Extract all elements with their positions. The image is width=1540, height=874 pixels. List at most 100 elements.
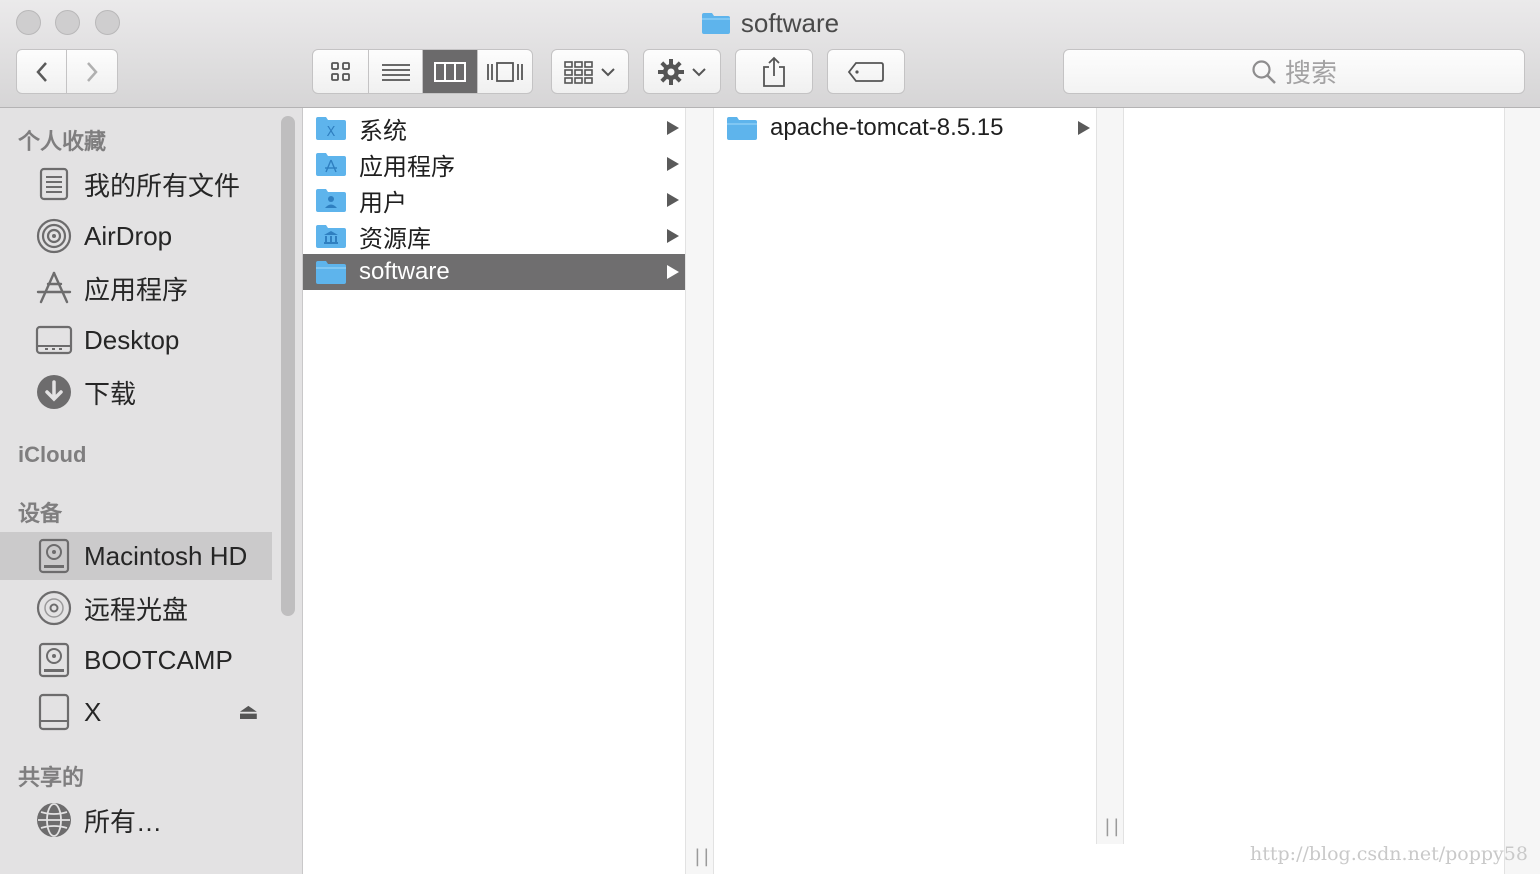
arrange-grid-icon [564,60,593,84]
column-view-button[interactable] [423,50,478,93]
sidebar-item-label: 所有… [84,806,163,837]
sidebar-item-label: 下载 [84,378,137,409]
disclosure-arrow-icon [667,265,679,279]
list-item-label: software [359,258,450,285]
search-icon [1252,59,1276,84]
icon-view-button[interactable] [313,50,370,93]
network-globe-icon [35,801,73,839]
list-item-label: 应用程序 [359,153,455,181]
sidebar-item-desktop[interactable]: Desktop [0,316,272,364]
remote-disc-icon [35,589,73,627]
sidebar-item-bootcamp[interactable]: BOOTCAMP [0,636,272,684]
list-item-system[interactable]: X 系统 [303,110,685,146]
browser-column-2: apache-tomcat-8.5.15 [714,108,1096,874]
desktop-icon [35,321,73,359]
search-placeholder: 搜索 [1284,58,1337,88]
browser-column-1: X 系统 应用程序 用户 资源库 software [303,108,685,874]
column-divider[interactable]: || [1096,108,1124,844]
sidebar-section-icloud: iCloud [18,442,87,467]
sidebar-scrollbar[interactable] [281,116,295,616]
sidebar-section-devices: 设备 [18,501,63,526]
chevron-down-icon [601,67,615,76]
back-button[interactable] [17,50,68,93]
applications-folder-icon [316,153,346,176]
columns-icon [433,61,466,82]
search-field[interactable]: 搜索 [1063,49,1525,94]
list-item-label: 系统 [359,117,407,145]
sidebar-section-shared: 共享的 [18,765,85,790]
users-folder-icon [316,189,346,212]
sidebar-item-airdrop[interactable]: AirDrop [0,212,272,260]
column-filler [1504,108,1540,874]
forward-button[interactable] [67,50,117,93]
disclosure-arrow-icon [667,157,679,171]
tag-button[interactable] [827,49,905,94]
list-item-label: 用户 [359,189,407,217]
list-item-applications[interactable]: 应用程序 [303,146,685,182]
svg-text:X: X [327,125,336,140]
window-title: software [0,6,1540,40]
list-item-label: 资源库 [359,225,431,253]
sidebar-item-remote-disc[interactable]: 远程光盘 [0,584,272,632]
list-item-users[interactable]: 用户 [303,182,685,218]
sidebar-item-label: X [84,696,102,727]
sidebar-section-favorites: 个人收藏 [18,129,107,154]
all-files-icon [35,165,73,203]
hard-drive-icon [35,641,73,679]
disclosure-arrow-icon [667,229,679,243]
sidebar: 个人收藏 我的所有文件 AirDrop 应用程序 Desktop 下载 iClo… [0,108,303,874]
column-divider[interactable]: || [685,108,714,874]
list-item-apache-tomcat[interactable]: apache-tomcat-8.5.15 [714,110,1096,146]
folder-icon [727,117,757,140]
share-icon [763,56,785,87]
sidebar-item-all-my-files[interactable]: 我的所有文件 [0,160,272,208]
list-view-button[interactable] [369,50,423,93]
airdrop-icon [35,217,73,255]
column-resize-handle[interactable]: || [692,846,712,867]
sidebar-item-macintosh-hd[interactable]: Macintosh HD [0,532,272,580]
chevron-down-icon [692,67,706,76]
folder-icon [701,13,730,34]
sidebar-item-applications[interactable]: 应用程序 [0,264,272,312]
grid-icon [330,61,350,81]
tag-icon [847,61,884,82]
sidebar-item-all-shared[interactable]: 所有… [0,796,272,844]
sidebar-item-label: Desktop [84,324,180,355]
sidebar-item-downloads[interactable]: 下载 [0,368,272,416]
view-mode-control [312,49,533,94]
list-item-software[interactable]: software [303,254,685,290]
action-button[interactable] [643,49,721,94]
cover-flow-button[interactable] [478,50,533,93]
library-folder-icon [316,225,346,248]
list-item-library[interactable]: 资源库 [303,218,685,254]
disclosure-arrow-icon [1078,121,1090,135]
sidebar-item-label: 应用程序 [84,274,189,305]
sidebar-item-label: 我的所有文件 [84,170,241,201]
sidebar-item-x[interactable]: X ⏏ [0,688,272,736]
chevron-left-icon [35,61,47,82]
browser-column-3 [1124,108,1504,844]
sidebar-item-label: 远程光盘 [84,594,189,625]
disclosure-arrow-icon [667,193,679,207]
list-icon [381,63,410,81]
external-drive-icon [35,693,73,731]
share-button[interactable] [735,49,813,94]
list-item-label: apache-tomcat-8.5.15 [770,114,1004,141]
sidebar-item-label: BOOTCAMP [84,644,233,675]
gear-icon [658,58,684,85]
cover-flow-icon [486,61,523,82]
disclosure-arrow-icon [667,121,679,135]
eject-icon[interactable]: ⏏ [238,699,259,725]
folder-icon [316,261,346,284]
applications-icon [35,269,73,307]
nav-buttons [16,49,118,94]
hard-drive-icon [35,537,73,575]
toolbar: software 搜索 [0,0,1540,108]
chevron-right-icon [87,61,98,82]
sidebar-item-label: Macintosh HD [84,540,248,571]
column-resize-handle[interactable]: || [1102,816,1122,837]
system-folder-icon: X [316,117,346,140]
arrange-button[interactable] [551,49,629,94]
finder-window: software 搜索 个人收藏 我的所有文件 AirDrop 应用程序 Des… [0,0,1540,874]
downloads-icon [35,373,73,411]
